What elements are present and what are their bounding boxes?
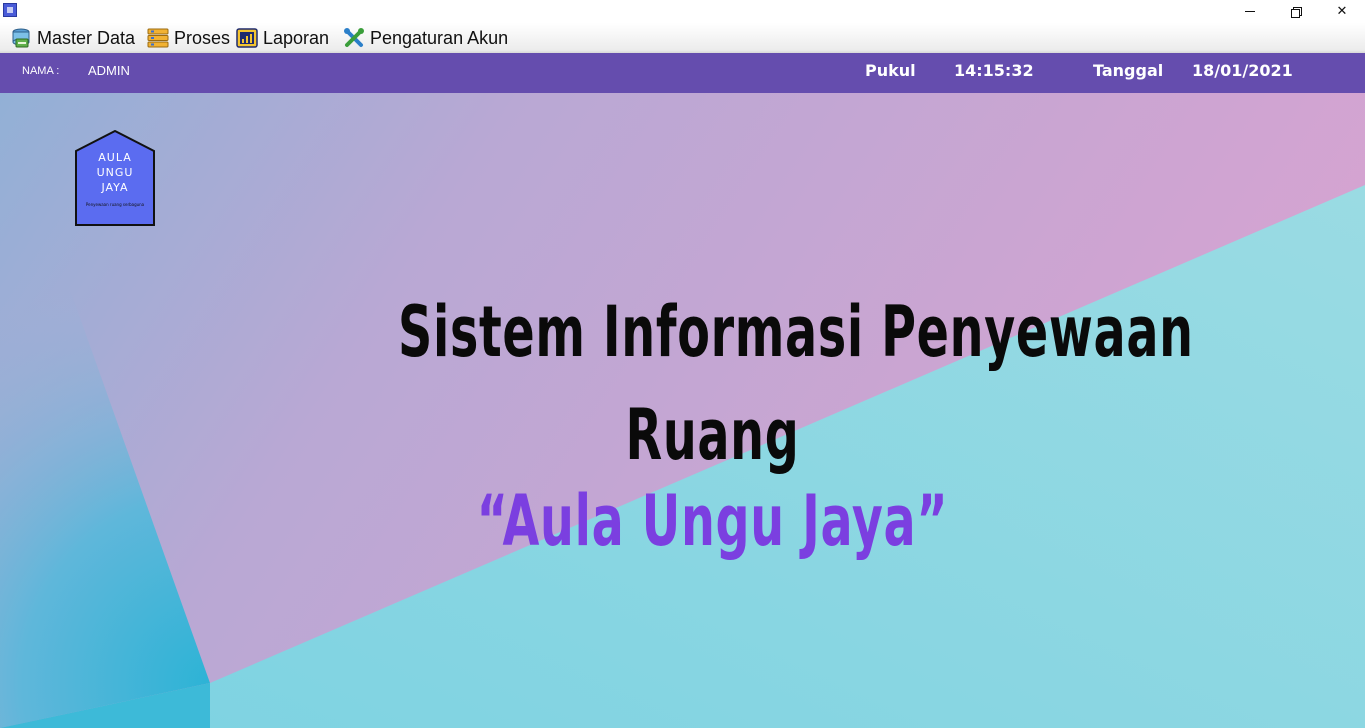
close-icon: ✕ — [1336, 4, 1348, 19]
tools-icon — [343, 27, 365, 49]
menu-laporan-label: Laporan — [263, 27, 330, 48]
database-icon — [10, 27, 32, 49]
main-dashboard: AULA UNGU JAYA Penyewaan ruang serbaguna… — [0, 93, 1365, 728]
time-value: 14:15:32 — [954, 61, 1034, 80]
menu-laporan[interactable]: Laporan — [236, 26, 329, 50]
time-label: Pukul — [865, 61, 916, 80]
report-chart-icon — [236, 27, 258, 49]
restore-button[interactable] — [1273, 0, 1319, 23]
aula-ungu-jaya-logo: AULA UNGU JAYA Penyewaan ruang serbaguna — [75, 130, 155, 226]
page-title-line-1: Sistem Informasi Penyewaan — [398, 291, 1194, 373]
menu-proses[interactable]: Proses — [147, 26, 230, 50]
menu-proses-label: Proses — [174, 27, 231, 48]
process-stack-icon — [147, 27, 169, 49]
minimize-button[interactable] — [1227, 0, 1273, 23]
minimize-icon — [1245, 11, 1255, 12]
page-title-line-2: Ruang — [625, 394, 800, 476]
close-button[interactable]: ✕ — [1319, 0, 1365, 23]
logo-line-2: UNGU — [96, 166, 134, 179]
user-name-value: ADMIN — [88, 63, 130, 78]
menu-pengaturan-akun-label: Pengaturan Akun — [370, 27, 509, 48]
status-bar: NAMA : ADMIN Pukul 14:15:32 Tanggal 18/0… — [0, 53, 1365, 93]
menu-pengaturan-akun[interactable]: Pengaturan Akun — [343, 26, 508, 50]
menu-master-data[interactable]: Master Data — [10, 26, 135, 50]
title-bar: ✕ — [0, 0, 1365, 23]
user-name-label: NAMA : — [22, 65, 60, 77]
app-window-icon — [3, 3, 17, 17]
date-value: 18/01/2021 — [1192, 61, 1293, 80]
logo-tagline: Penyewaan ruang serbaguna — [85, 202, 145, 207]
page-subtitle: “Aula Ungu Jaya” — [476, 480, 949, 562]
logo-line-1: AULA — [98, 151, 132, 164]
menu-master-data-label: Master Data — [37, 27, 136, 48]
logo-line-3: JAYA — [101, 181, 129, 194]
menu-bar: Master Data Proses Laporan Pengaturan Ak… — [0, 23, 1365, 53]
date-label: Tanggal — [1093, 61, 1164, 80]
restore-icon — [1291, 6, 1302, 18]
